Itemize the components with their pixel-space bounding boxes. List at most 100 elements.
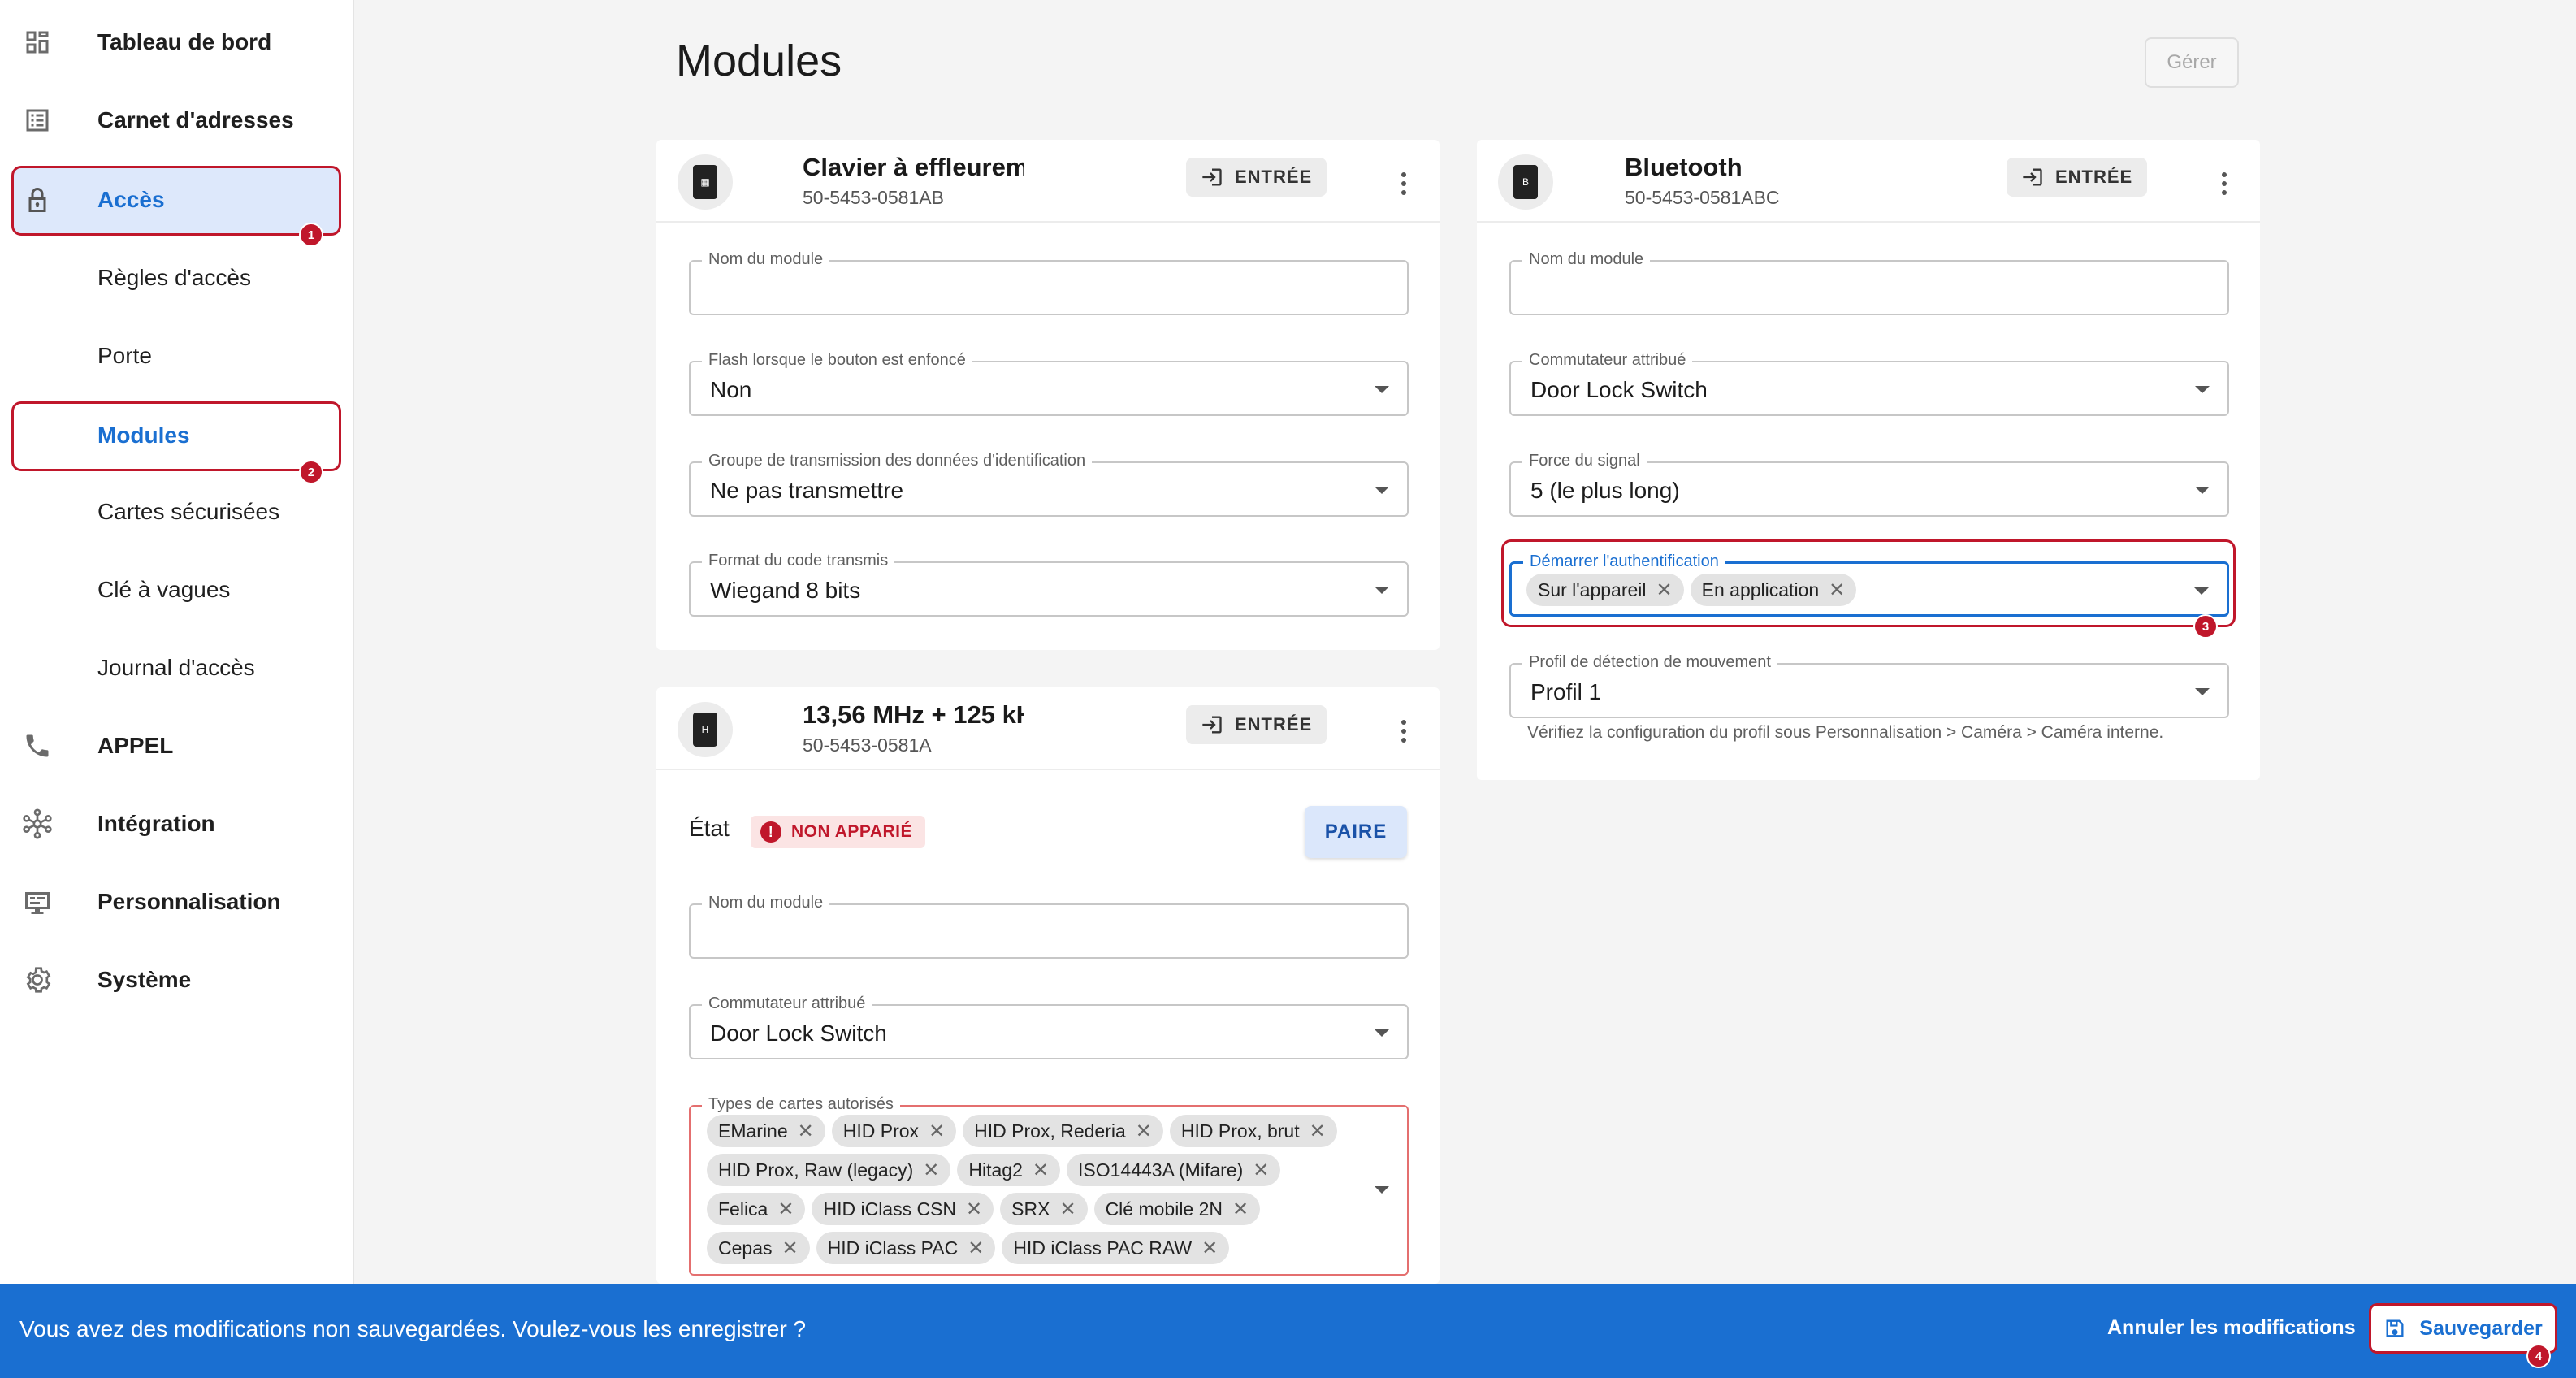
nav-label: Personnalisation xyxy=(97,889,281,914)
signal-strength-select[interactable]: Force du signal 5 (le plus long) xyxy=(1509,452,2229,517)
nav-call[interactable]: APPEL xyxy=(0,707,354,785)
more-menu-icon[interactable] xyxy=(1388,713,1420,749)
dropdown-arrow-icon xyxy=(1375,1029,1389,1037)
nav-label: Accès xyxy=(97,187,165,212)
nav-door[interactable]: Porte xyxy=(0,317,354,395)
card-type-chip[interactable]: HID iClass PAC RAW ✕ xyxy=(1002,1232,1230,1264)
remove-icon[interactable]: ✕ xyxy=(966,1198,982,1221)
entry-chip[interactable]: ENTRÉE xyxy=(1186,158,1327,197)
unsaved-message: Vous avez des modifications non sauvegar… xyxy=(19,1316,807,1341)
entry-label: ENTRÉE xyxy=(1235,167,1313,187)
remove-icon[interactable]: ✕ xyxy=(1232,1198,1249,1221)
discard-changes-button[interactable]: Annuler les modifications xyxy=(2107,1316,2356,1340)
field-value: 5 (le plus long) xyxy=(1530,478,1680,503)
card-type-chip[interactable]: Hitag2 ✕ xyxy=(957,1154,1060,1186)
lock-icon xyxy=(19,182,55,218)
card-title: 13,56 MHz + 125 kHz Lecteur d... xyxy=(803,700,1024,729)
card-type-chip[interactable]: Clé mobile 2N ✕ xyxy=(1093,1193,1261,1225)
card-type-chip[interactable]: HID Prox, Raw (legacy) ✕ xyxy=(707,1154,951,1186)
field-value: Non xyxy=(710,377,752,402)
entry-label: ENTRÉE xyxy=(1235,714,1313,734)
card-type-chip[interactable]: Cepas ✕ xyxy=(707,1232,810,1264)
nav-integration[interactable]: Intégration xyxy=(0,785,354,863)
field-value: Door Lock Switch xyxy=(710,1020,887,1046)
transmission-group-select[interactable]: Groupe de transmission des données d'ide… xyxy=(689,452,1409,517)
nav-access-log[interactable]: Journal d'accès xyxy=(0,629,354,707)
remove-icon[interactable]: ✕ xyxy=(798,1120,814,1143)
flash-select[interactable]: Flash lorsque le bouton est enfoncé Non xyxy=(689,351,1409,416)
card-type-chip[interactable]: SRX ✕ xyxy=(1000,1193,1088,1225)
assigned-switch-select[interactable]: Commutateur attribué Door Lock Switch xyxy=(689,994,1409,1060)
remove-icon[interactable]: ✕ xyxy=(968,1237,984,1260)
remove-icon[interactable]: ✕ xyxy=(1059,1198,1076,1221)
dashboard-icon xyxy=(19,24,55,60)
field-label: Format du code transmis xyxy=(702,552,895,570)
card-type-chip[interactable]: HID Prox, Rederia ✕ xyxy=(963,1115,1163,1147)
remove-icon[interactable]: ✕ xyxy=(1136,1120,1152,1143)
more-menu-icon[interactable] xyxy=(2208,166,2240,202)
save-button[interactable]: Sauvegarder xyxy=(2369,1303,2557,1354)
module-name-field[interactable]: Nom du module xyxy=(689,894,1409,959)
dropdown-arrow-icon xyxy=(1375,1186,1389,1194)
more-menu-icon[interactable] xyxy=(1388,166,1420,202)
nav-address-book[interactable]: Carnet d'adresses xyxy=(0,81,354,159)
gear-icon xyxy=(19,962,55,998)
card-title: Clavier à effleurement xyxy=(803,153,1024,181)
nav-modules[interactable]: Modules xyxy=(0,396,354,474)
assigned-switch-select[interactable]: Commutateur attribué Door Lock Switch xyxy=(1509,351,2229,416)
module-card-keypad: ▦ Clavier à effleurement 50-5453-0581AB … xyxy=(656,140,1440,650)
dropdown-arrow-icon xyxy=(2195,487,2210,494)
field-value: Ne pas transmettre xyxy=(710,478,904,503)
login-icon xyxy=(2023,168,2042,186)
dropdown-arrow-icon xyxy=(1375,386,1389,393)
card-type-chip[interactable]: HID Prox, brut ✕ xyxy=(1169,1115,1337,1147)
pair-button[interactable]: PAIRE xyxy=(1305,806,1407,858)
nav-personalization[interactable]: Personnalisation xyxy=(0,863,354,941)
card-type-chip[interactable]: HID iClass CSN ✕ xyxy=(812,1193,994,1225)
motion-profile-select[interactable]: Profil de détection de mouvement Profil … xyxy=(1509,653,2229,718)
card-type-chip[interactable]: HID Prox ✕ xyxy=(831,1115,957,1147)
card-type-chip[interactable]: Felica ✕ xyxy=(707,1193,806,1225)
module-card-reader: H 13,56 MHz + 125 kHz Lecteur d... 50-54… xyxy=(656,687,1440,1284)
nav-wave-key[interactable]: Clé à vagues xyxy=(0,551,354,629)
remove-icon[interactable]: ✕ xyxy=(923,1159,939,1182)
nav-system[interactable]: Système xyxy=(0,941,354,1019)
remove-icon[interactable]: ✕ xyxy=(781,1237,798,1260)
card-type-chip[interactable]: HID iClass PAC ✕ xyxy=(816,1232,996,1264)
nav-secured-cards[interactable]: Cartes sécurisées xyxy=(0,473,354,551)
module-name-field[interactable]: Nom du module xyxy=(689,250,1409,315)
login-icon xyxy=(1202,168,1222,186)
code-format-select[interactable]: Format du code transmis Wiegand 8 bits xyxy=(689,552,1409,617)
module-name-field[interactable]: Nom du module xyxy=(1509,250,2229,315)
nav-label: Porte xyxy=(97,343,152,368)
card-types-select[interactable]: Types de cartes autorisés EMarine ✕ HID P… xyxy=(689,1095,1409,1276)
manage-button[interactable]: Gérer xyxy=(2145,37,2239,88)
remove-icon[interactable]: ✕ xyxy=(1310,1120,1326,1143)
nav-dashboard[interactable]: Tableau de bord xyxy=(0,3,354,81)
card-header: ▦ Clavier à effleurement 50-5453-0581AB … xyxy=(656,140,1440,223)
nav-access-rules[interactable]: Règles d'accès xyxy=(0,239,354,317)
integration-icon xyxy=(19,806,55,842)
nav-label: Carnet d'adresses xyxy=(97,107,294,132)
field-value: Profil 1 xyxy=(1530,679,1602,704)
entry-chip[interactable]: ENTRÉE xyxy=(2007,158,2148,197)
device-image: B xyxy=(1498,154,1553,210)
card-header: B Bluetooth 50-5453-0581ABC ENTRÉE xyxy=(1477,140,2260,223)
card-type-chip[interactable]: EMarine ✕ xyxy=(707,1115,825,1147)
nav-label: Clé à vagues xyxy=(97,577,231,602)
remove-icon[interactable]: ✕ xyxy=(929,1120,945,1143)
remove-icon[interactable]: ✕ xyxy=(1201,1237,1218,1260)
save-label: Sauvegarder xyxy=(2419,1316,2543,1340)
remove-icon[interactable]: ✕ xyxy=(777,1198,794,1221)
entry-chip[interactable]: ENTRÉE xyxy=(1186,705,1327,744)
field-label: Nom du module xyxy=(702,894,830,912)
card-serial: 50-5453-0581ABC xyxy=(1625,187,1780,208)
field-label: Force du signal xyxy=(1522,452,1647,470)
nav-label: Journal d'accès xyxy=(97,655,255,680)
remove-icon[interactable]: ✕ xyxy=(1033,1159,1049,1182)
login-icon xyxy=(1202,716,1222,734)
remove-icon[interactable]: ✕ xyxy=(1253,1159,1269,1182)
card-type-chip[interactable]: ISO14443A (Mifare) ✕ xyxy=(1066,1154,1281,1186)
dropdown-arrow-icon xyxy=(1375,587,1389,594)
card-header: H 13,56 MHz + 125 kHz Lecteur d... 50-54… xyxy=(656,687,1440,770)
